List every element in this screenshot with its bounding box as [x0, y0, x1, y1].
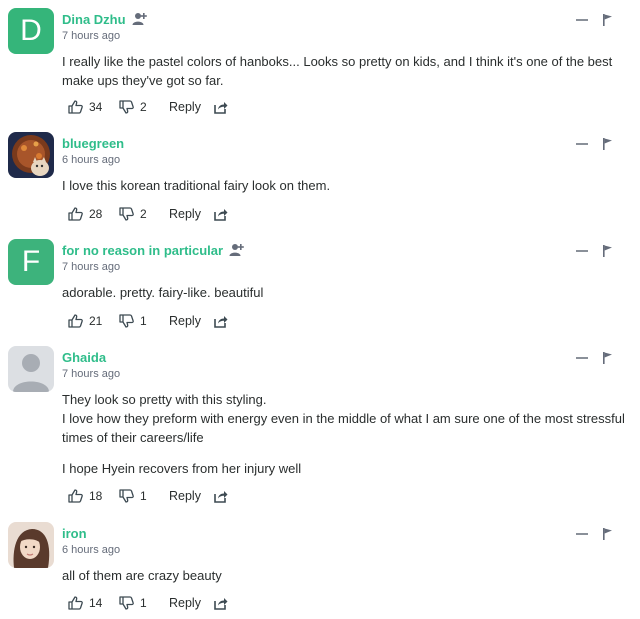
comment-timestamp[interactable]: 7 hours ago — [62, 30, 120, 42]
thumbs-down-icon — [119, 314, 134, 328]
comment-timestamp[interactable]: 6 hours ago — [62, 154, 120, 166]
downvote-button[interactable]: 2 — [119, 207, 163, 221]
downvote-count: 1 — [140, 489, 147, 503]
reply-button[interactable]: Reply — [169, 314, 209, 328]
comment-author[interactable]: Ghaida — [62, 350, 106, 365]
reply-button[interactable]: Reply — [169, 489, 209, 503]
thumbs-up-icon — [68, 596, 83, 610]
comment-body: all of them are crazy beauty — [62, 566, 632, 585]
comment-author[interactable]: for no reason in particular — [62, 243, 223, 258]
reply-button[interactable]: Reply — [169, 596, 209, 610]
comment-footer: 21 1 Reply — [68, 311, 228, 331]
comment-paragraph: all of them are crazy beauty — [62, 568, 222, 583]
upvote-button[interactable]: 34 — [68, 100, 113, 114]
avatar[interactable]: D — [8, 8, 54, 54]
comment-timestamp[interactable]: 7 hours ago — [62, 368, 120, 380]
downvote-count: 1 — [140, 314, 147, 328]
flag-icon[interactable] — [603, 245, 613, 257]
follow-user-icon[interactable] — [229, 243, 245, 257]
avatar-letter: F — [21, 245, 41, 278]
comment-body: They look so pretty with this styling. I… — [62, 390, 632, 478]
comment-body: adorable. pretty. fairy-like. beautiful — [62, 283, 632, 302]
upvote-count: 21 — [89, 314, 103, 328]
upvote-button[interactable]: 18 — [68, 489, 113, 503]
share-icon[interactable] — [214, 314, 228, 328]
collapse-icon[interactable] — [576, 357, 588, 359]
share-icon[interactable] — [214, 100, 228, 114]
comment-footer: 28 2 Reply — [68, 204, 228, 224]
upvote-button[interactable]: 21 — [68, 314, 113, 328]
thumbs-up-icon — [68, 207, 83, 221]
comment-author[interactable]: iron — [62, 526, 87, 541]
downvote-button[interactable]: 1 — [119, 314, 163, 328]
upvote-button[interactable]: 28 — [68, 207, 113, 221]
thumbs-down-icon — [119, 596, 134, 610]
downvote-count: 2 — [140, 207, 147, 221]
thumbs-up-icon — [68, 314, 83, 328]
share-icon[interactable] — [214, 596, 228, 610]
comment-timestamp[interactable]: 7 hours ago — [62, 261, 120, 273]
upvote-count: 28 — [89, 207, 103, 221]
comment-footer: 18 1 Reply — [68, 486, 228, 506]
avatar[interactable] — [8, 522, 54, 568]
upvote-count: 34 — [89, 100, 103, 114]
upvote-count: 14 — [89, 596, 103, 610]
downvote-count: 1 — [140, 596, 147, 610]
reply-button[interactable]: Reply — [169, 207, 209, 221]
comment-author[interactable]: Dina Dzhu — [62, 12, 126, 27]
upvote-button[interactable]: 14 — [68, 596, 113, 610]
downvote-button[interactable]: 1 — [119, 596, 163, 610]
collapse-icon[interactable] — [576, 533, 588, 535]
comment-author[interactable]: bluegreen — [62, 136, 124, 151]
avatar[interactable] — [8, 132, 54, 178]
upvote-count: 18 — [89, 489, 103, 503]
share-icon[interactable] — [214, 489, 228, 503]
downvote-button[interactable]: 2 — [119, 100, 163, 114]
comment-body: I really like the pastel colors of hanbo… — [62, 52, 632, 90]
comment-paragraph: I love how they preform with energy even… — [62, 411, 625, 445]
thumbs-up-icon — [68, 489, 83, 503]
collapse-icon[interactable] — [576, 250, 588, 252]
thumbs-down-icon — [119, 207, 134, 221]
comment-paragraph: adorable. pretty. fairy-like. beautiful — [62, 285, 264, 300]
comment-paragraph: They look so pretty with this styling. — [62, 392, 267, 407]
downvote-button[interactable]: 1 — [119, 489, 163, 503]
avatar[interactable] — [8, 346, 54, 392]
downvote-count: 2 — [140, 100, 147, 114]
comment-timestamp[interactable]: 6 hours ago — [62, 544, 120, 556]
thumbs-down-icon — [119, 100, 134, 114]
thumbs-down-icon — [119, 489, 134, 503]
reply-button[interactable]: Reply — [169, 100, 209, 114]
comment-footer: 34 2 Reply — [68, 97, 228, 117]
comment-body: I love this korean traditional fairy loo… — [62, 176, 632, 195]
comment-paragraph: I hope Hyein recovers from her injury we… — [62, 461, 302, 476]
comment-paragraph: I love this korean traditional fairy loo… — [62, 178, 331, 193]
share-icon[interactable] — [214, 207, 228, 221]
comment-footer: 14 1 Reply — [68, 593, 228, 613]
follow-user-icon[interactable] — [132, 12, 148, 26]
flag-icon[interactable] — [603, 14, 613, 26]
comment-paragraph: I really like the pastel colors of hanbo… — [62, 54, 613, 88]
thumbs-up-icon — [68, 100, 83, 114]
avatar[interactable]: F — [8, 239, 54, 285]
collapse-icon[interactable] — [576, 19, 588, 21]
collapse-icon[interactable] — [576, 143, 588, 145]
flag-icon[interactable] — [603, 352, 613, 364]
flag-icon[interactable] — [603, 528, 613, 540]
avatar-letter: D — [20, 14, 42, 47]
flag-icon[interactable] — [603, 138, 613, 150]
